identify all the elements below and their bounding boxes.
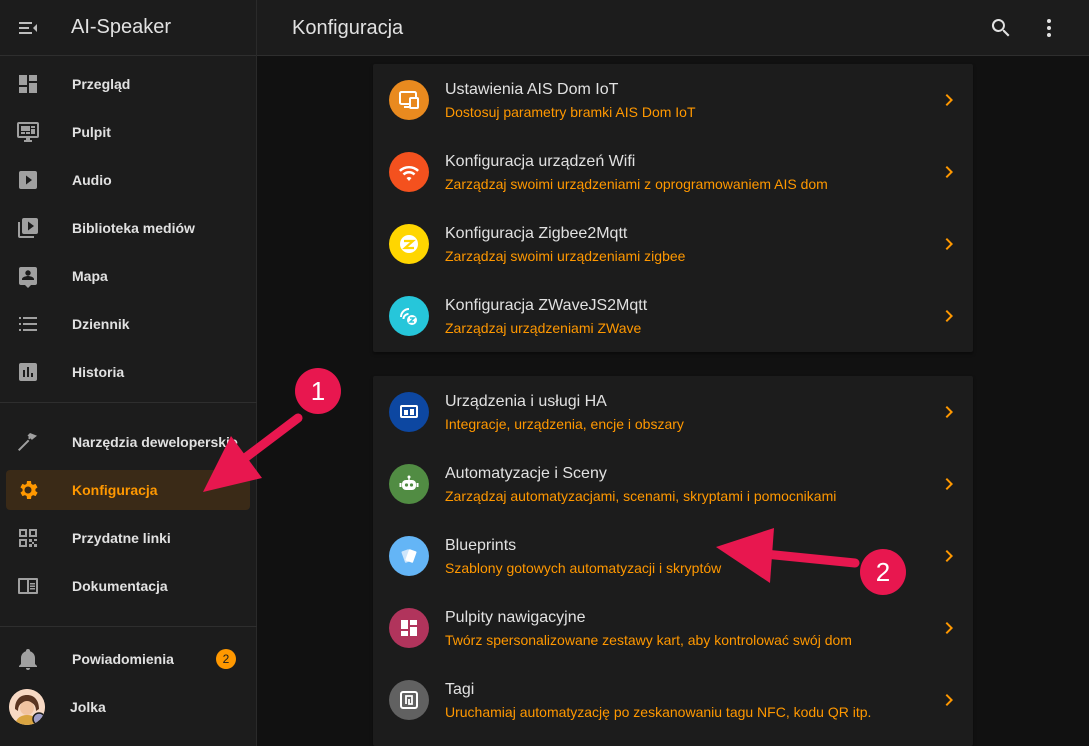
sidebar-divider bbox=[0, 626, 257, 627]
sidebar-item-dziennik[interactable]: Dziennik bbox=[6, 304, 250, 344]
config-card-ais: Ustawienia AIS Dom IoT Dostosuj parametr… bbox=[373, 64, 973, 352]
row-subtitle: Zarządzaj automatyzacjami, scenami, skry… bbox=[445, 488, 837, 504]
row-title: Konfiguracja Zigbee2Mqtt bbox=[445, 225, 628, 242]
row-title: Automatyzacje i Sceny bbox=[445, 465, 607, 482]
sidebar-item-linki[interactable]: Przydatne linki bbox=[6, 518, 250, 558]
robot-icon bbox=[389, 464, 429, 504]
sidebar-item-label: Mapa bbox=[72, 268, 108, 284]
sidebar-item-user[interactable]: Jolka bbox=[6, 687, 250, 727]
config-row-zwave[interactable]: Konfiguracja ZWaveJS2Mqtt Zarządzaj urzą… bbox=[373, 280, 973, 352]
sidebar-item-historia[interactable]: Historia bbox=[6, 352, 250, 392]
sidebar: AI-Speaker Przegląd Pulpit Audio Bibliot… bbox=[0, 0, 257, 746]
wifi-icon bbox=[389, 152, 429, 192]
row-title: Urządzenia i usługi HA bbox=[445, 393, 607, 410]
sidebar-item-label: Historia bbox=[72, 364, 125, 380]
config-row-dashboards[interactable]: Pulpity nawigacyjne Twórz spersonalizowa… bbox=[373, 592, 973, 664]
chevron-right-icon bbox=[937, 304, 961, 328]
chevron-right-icon bbox=[937, 160, 961, 184]
sidebar-item-label: Audio bbox=[72, 172, 112, 188]
config-row-automations[interactable]: Automatyzacje i Sceny Zarządzaj automaty… bbox=[373, 448, 973, 520]
ais-iot-icon bbox=[389, 80, 429, 120]
blueprint-icon bbox=[389, 536, 429, 576]
chevron-right-icon bbox=[937, 472, 961, 496]
row-subtitle: Integracje, urządzenia, encje i obszary bbox=[445, 416, 684, 432]
sidebar-divider bbox=[0, 402, 257, 403]
qrcode-icon bbox=[6, 526, 50, 550]
row-title: Blueprints bbox=[445, 537, 517, 554]
sidebar-item-dokumentacja[interactable]: Dokumentacja bbox=[6, 566, 250, 606]
sidebar-item-audio[interactable]: Audio bbox=[6, 160, 250, 200]
sidebar-item-przeglad[interactable]: Przegląd bbox=[6, 64, 250, 104]
play-box-icon bbox=[6, 168, 50, 192]
page-title: Konfiguracja bbox=[292, 17, 404, 39]
row-subtitle: Twórz spersonalizowane zestawy kart, aby… bbox=[445, 632, 852, 648]
bell-icon bbox=[6, 647, 50, 671]
view-dashboard-icon bbox=[389, 608, 429, 648]
row-title: Pulpity nawigacyjne bbox=[445, 609, 586, 626]
chevron-right-icon bbox=[937, 544, 961, 568]
menu-collapse-icon[interactable] bbox=[0, 0, 56, 56]
sidebar-item-konfiguracja[interactable]: Konfiguracja bbox=[6, 470, 250, 510]
chevron-right-icon bbox=[937, 616, 961, 640]
app-title: AI-Speaker bbox=[71, 16, 172, 38]
sidebar-item-label: Dziennik bbox=[72, 316, 130, 332]
book-open-icon bbox=[6, 574, 50, 598]
sidebar-item-mapa[interactable]: Mapa bbox=[6, 256, 250, 296]
format-list-checks-icon bbox=[6, 312, 50, 336]
hammer-icon bbox=[6, 430, 50, 454]
config-row-ais-iot[interactable]: Ustawienia AIS Dom IoT Dostosuj parametr… bbox=[373, 64, 973, 136]
map-account-icon bbox=[6, 264, 50, 288]
sidebar-item-label: Pulpit bbox=[72, 124, 111, 140]
config-row-wifi[interactable]: Konfiguracja urządzeń Wifi Zarządzaj swo… bbox=[373, 136, 973, 208]
avatar bbox=[9, 689, 45, 725]
user-name: Jolka bbox=[70, 699, 106, 715]
config-row-devices[interactable]: Urządzenia i usługi HA Integracje, urząd… bbox=[373, 376, 973, 448]
zwave-icon bbox=[389, 296, 429, 336]
row-subtitle: Zarządzaj swoimi urządzeniami z oprogram… bbox=[445, 176, 828, 192]
more-options-icon[interactable] bbox=[1037, 16, 1061, 40]
top-app-bar: Konfiguracja bbox=[257, 0, 1089, 56]
sidebar-header: AI-Speaker bbox=[0, 0, 256, 56]
annotation-callout-1: 1 bbox=[295, 368, 341, 414]
sidebar-item-label: Narzędzia deweloperskie bbox=[72, 434, 238, 450]
row-subtitle: Dostosuj parametry bramki AIS Dom IoT bbox=[445, 104, 696, 120]
row-subtitle: Zarządzaj urządzeniami ZWave bbox=[445, 320, 642, 336]
chart-box-icon bbox=[6, 360, 50, 384]
row-title: Konfiguracja urządzeń Wifi bbox=[445, 153, 636, 170]
row-subtitle: Uruchamiaj automatyzację po zeskanowaniu… bbox=[445, 704, 872, 720]
row-subtitle: Zarządzaj swoimi urządzeniami zigbee bbox=[445, 248, 686, 264]
sidebar-item-narzedzia[interactable]: Narzędzia deweloperskie bbox=[6, 422, 250, 462]
row-subtitle: Szablony gotowych automatyzacji i skrypt… bbox=[445, 560, 722, 576]
dashboard-icon bbox=[6, 72, 50, 96]
config-row-zigbee[interactable]: Konfiguracja Zigbee2Mqtt Zarządzaj swoim… bbox=[373, 208, 973, 280]
sidebar-item-label: Konfiguracja bbox=[72, 482, 158, 498]
chevron-right-icon bbox=[937, 400, 961, 424]
annotation-callout-2: 2 bbox=[860, 549, 906, 595]
row-title: Ustawienia AIS Dom IoT bbox=[445, 81, 619, 98]
nfc-tag-icon bbox=[389, 680, 429, 720]
config-row-tags[interactable]: Tagi Uruchamiaj automatyzację po zeskano… bbox=[373, 664, 973, 736]
media-library-icon bbox=[6, 216, 50, 240]
sidebar-item-label: Powiadomienia bbox=[72, 651, 174, 667]
chevron-right-icon bbox=[937, 88, 961, 112]
sidebar-item-biblioteka[interactable]: Biblioteka mediów bbox=[6, 208, 250, 248]
chevron-right-icon bbox=[937, 688, 961, 712]
row-title: Tagi bbox=[445, 681, 475, 698]
sidebar-item-pulpit[interactable]: Pulpit bbox=[6, 112, 250, 152]
chevron-right-icon bbox=[937, 232, 961, 256]
sidebar-item-label: Przydatne linki bbox=[72, 530, 171, 546]
monitor-dashboard-icon bbox=[6, 120, 50, 144]
notification-count-badge: 2 bbox=[216, 649, 236, 669]
sidebar-item-label: Biblioteka mediów bbox=[72, 220, 195, 236]
cog-icon bbox=[6, 478, 50, 502]
sidebar-item-label: Dokumentacja bbox=[72, 578, 168, 594]
row-title: Konfiguracja ZWaveJS2Mqtt bbox=[445, 297, 648, 314]
zigbee-icon bbox=[389, 224, 429, 264]
devices-icon bbox=[389, 392, 429, 432]
sidebar-item-label: Przegląd bbox=[72, 76, 131, 92]
search-icon[interactable] bbox=[989, 16, 1013, 40]
sidebar-item-powiadomienia[interactable]: Powiadomienia 2 bbox=[6, 639, 250, 679]
